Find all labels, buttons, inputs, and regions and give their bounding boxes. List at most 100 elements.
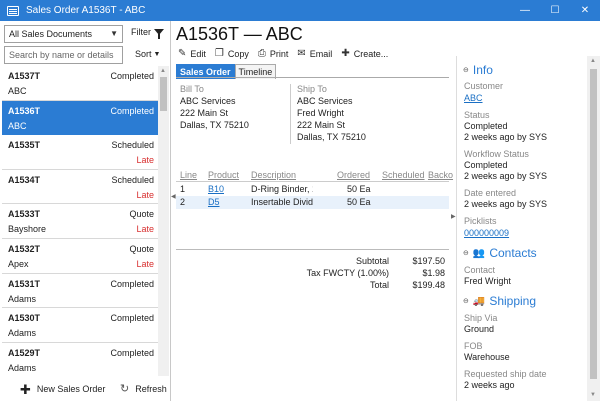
order-list-scrollbar[interactable]: ▲ bbox=[158, 66, 169, 394]
toolbar: ✎ Edit ❐ Copy ⎙ Print ✉ Email ✚ Create..… bbox=[178, 48, 388, 59]
line-description: D-Ring Binder, 1" bbox=[251, 184, 313, 194]
line-product-link[interactable]: B10 bbox=[208, 184, 224, 194]
late-badge: Late bbox=[136, 155, 154, 166]
requested-ship-date-value: 2 weeks ago bbox=[464, 380, 515, 390]
order-customer: Bayshore bbox=[8, 224, 47, 235]
order-list-item[interactable]: A1532T Quote Apex Late bbox=[2, 239, 158, 274]
refresh-button[interactable]: ↻ Refresh bbox=[120, 382, 167, 395]
document-filter-value: All Sales Documents bbox=[9, 29, 93, 39]
ship-to-address: Ship To ABC Services Fred Wright 222 Mai… bbox=[297, 83, 366, 143]
sales-order-detail: A1536T — ABC ✎ Edit ❐ Copy ⎙ Print ✉ Ema… bbox=[176, 21, 453, 401]
workflow-status-meta: 2 weeks ago by SYS bbox=[464, 171, 548, 181]
late-badge: Late bbox=[136, 189, 154, 200]
line-product-link[interactable]: D5 bbox=[208, 197, 220, 207]
col-backorder[interactable]: Backo bbox=[428, 170, 453, 180]
order-list-item[interactable]: A1529T Completed Adams bbox=[2, 343, 158, 378]
col-ordered[interactable]: Ordered bbox=[337, 170, 370, 180]
filter-row: All Sales Documents ▼ Filter bbox=[4, 25, 167, 43]
info-pane-scrollbar[interactable]: ▲ ▼ bbox=[587, 56, 600, 401]
order-list-item[interactable]: A1530T Completed Adams bbox=[2, 308, 158, 343]
workflow-status-label: Workflow Status bbox=[464, 149, 529, 159]
order-id: A1535T bbox=[8, 140, 41, 151]
print-button[interactable]: ⎙ Print bbox=[258, 48, 289, 59]
shipping-heading: Shipping bbox=[489, 294, 537, 308]
document-filter-select[interactable]: All Sales Documents ▼ bbox=[4, 25, 123, 43]
new-sales-order-label: New Sales Order bbox=[36, 384, 106, 394]
window-controls: — ☐ ✕ bbox=[510, 0, 600, 21]
order-list-item[interactable]: A1533T Quote Bayshore Late bbox=[2, 204, 158, 239]
customer-link[interactable]: ABC bbox=[464, 93, 483, 103]
order-list-item[interactable]: A1534T Scheduled Late bbox=[2, 170, 158, 205]
order-id: A1530T bbox=[8, 313, 41, 324]
line-item-row[interactable]: 1 B10 D-Ring Binder, 1" 50 Ea bbox=[176, 183, 449, 196]
collapse-icon: ⊖ bbox=[463, 250, 469, 257]
copy-button[interactable]: ❐ Copy bbox=[215, 48, 249, 59]
line-description: Insertable Divide bbox=[251, 197, 313, 207]
new-sales-order-button[interactable]: ✚ New Sales Order bbox=[20, 381, 106, 397]
address-divider bbox=[290, 84, 291, 144]
scrollbar-thumb[interactable] bbox=[160, 77, 167, 111]
col-line[interactable]: Line bbox=[180, 170, 197, 180]
order-list-item[interactable]: A1531T Completed Adams bbox=[2, 274, 158, 309]
picklist-link[interactable]: 000000009 bbox=[464, 228, 509, 238]
window-title: Sales Order A1536T - ABC bbox=[26, 5, 146, 16]
order-id: A1534T bbox=[8, 174, 41, 185]
contacts-section-header[interactable]: ⊖ 👥 Contacts bbox=[463, 246, 537, 260]
plus-icon: ✚ bbox=[341, 48, 350, 59]
total-value: $199.48 bbox=[412, 280, 445, 290]
totals-section: Subtotal $197.50 Tax FWCTY (1.00%) $1.98… bbox=[176, 249, 449, 290]
contact-label: Contact bbox=[464, 265, 496, 275]
order-status: Quote bbox=[129, 243, 154, 254]
scroll-up-icon[interactable]: ▲ bbox=[590, 58, 596, 64]
funnel-icon bbox=[154, 29, 164, 39]
order-status: Completed bbox=[110, 278, 154, 289]
date-entered-label: Date entered bbox=[464, 188, 517, 198]
shipping-section-header[interactable]: ⊖ 🚚 Shipping bbox=[463, 294, 536, 308]
sort-button[interactable]: Sort ▼ bbox=[135, 49, 160, 59]
create-button[interactable]: ✚ Create... bbox=[341, 48, 388, 59]
subtotal-label: Subtotal bbox=[355, 256, 389, 266]
edit-button[interactable]: ✎ Edit bbox=[178, 48, 206, 59]
col-product[interactable]: Product bbox=[208, 170, 239, 180]
col-description[interactable]: Description bbox=[251, 170, 296, 180]
line-items-header: Line Product Description Ordered Schedul… bbox=[176, 170, 453, 182]
status-meta: 2 weeks ago by SYS bbox=[464, 132, 548, 142]
picklists-label: Picklists bbox=[464, 216, 497, 226]
refresh-icon: ↻ bbox=[120, 382, 130, 395]
ship-to-city: Dallas, TX 75210 bbox=[297, 132, 366, 142]
filter-button[interactable]: Filter bbox=[131, 27, 164, 39]
total-label: Total bbox=[369, 280, 389, 290]
line-ordered: 50 Ea bbox=[347, 197, 371, 207]
tax-value: $1.98 bbox=[422, 268, 445, 278]
email-button[interactable]: ✉ Email bbox=[297, 48, 332, 59]
order-list-item-selected[interactable]: A1536T Completed ABC bbox=[2, 100, 158, 136]
col-scheduled[interactable]: Scheduled bbox=[382, 170, 425, 180]
late-badge: Late bbox=[136, 224, 154, 235]
order-list-item[interactable]: A1535T Scheduled Late bbox=[2, 135, 158, 170]
order-customer: Adams bbox=[8, 293, 37, 304]
workflow-status-value: Completed bbox=[464, 160, 508, 170]
minimize-button[interactable]: — bbox=[510, 0, 540, 21]
order-list-item[interactable]: A1537T Completed ABC bbox=[2, 66, 158, 101]
caret-down-icon: ▼ bbox=[153, 50, 161, 58]
order-customer: Apex bbox=[8, 258, 29, 269]
requested-ship-date-label: Requested ship date bbox=[464, 369, 547, 379]
create-label: Create... bbox=[353, 48, 389, 59]
ship-to-label: Ship To bbox=[297, 84, 327, 94]
customer-label: Customer bbox=[464, 81, 504, 91]
status-value: Completed bbox=[464, 121, 508, 131]
close-button[interactable]: ✕ bbox=[570, 0, 600, 21]
tax-label: Tax FWCTY (1.00%) bbox=[306, 268, 389, 278]
bill-to-label: Bill To bbox=[180, 84, 204, 94]
order-list-pane: All Sales Documents ▼ Filter Sort ▼ A153… bbox=[0, 21, 171, 401]
scrollbar-thumb[interactable] bbox=[590, 69, 597, 379]
search-input[interactable] bbox=[4, 46, 123, 64]
plus-icon: ✚ bbox=[20, 381, 31, 397]
order-id: A1531T bbox=[8, 278, 41, 289]
scroll-down-icon[interactable]: ▼ bbox=[590, 392, 596, 398]
maximize-button[interactable]: ☐ bbox=[540, 0, 570, 21]
scroll-up-icon[interactable]: ▲ bbox=[160, 68, 166, 74]
order-customer: Adams bbox=[8, 362, 37, 373]
info-section-header[interactable]: ⊖ Info bbox=[463, 63, 493, 77]
line-item-row[interactable]: 2 D5 Insertable Divide 50 Ea bbox=[176, 196, 449, 209]
